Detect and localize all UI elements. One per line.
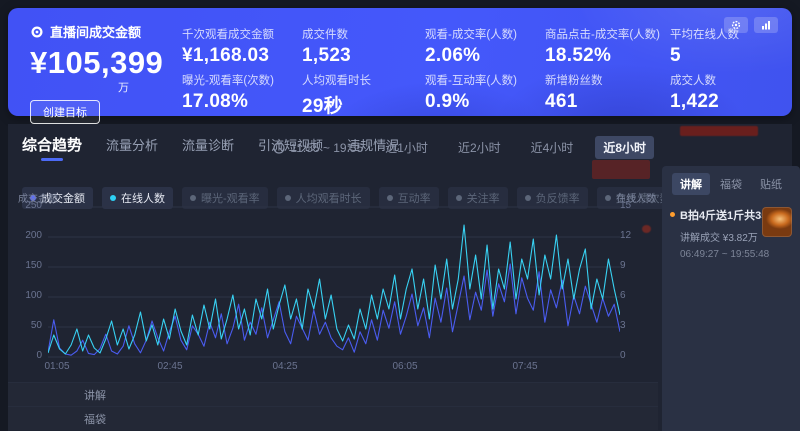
time-range-text: 11:55 ~ 19:55 <box>290 141 363 155</box>
metric-card: 曝光-观看率(次数)17.08% <box>182 72 274 113</box>
left-axis-tick: 50 <box>14 320 42 331</box>
series-在线人数 <box>48 225 620 354</box>
left-axis-tick: 200 <box>14 230 42 241</box>
legend-dot <box>285 195 291 201</box>
x-axis-tick: 04:25 <box>263 361 307 372</box>
metric-card: 成交件数1,523 <box>302 26 351 67</box>
left-axis-tick: 100 <box>14 290 42 301</box>
kpi-banner: 直播间成交金额 ¥105,399 万 创建目标 千次观看成交金额¥1,168.0… <box>8 8 792 116</box>
left-axis-tick: 0 <box>14 350 42 361</box>
legend-dot <box>525 195 531 201</box>
legend-dot <box>456 195 462 201</box>
right-axis-tick: 0 <box>620 350 648 361</box>
primary-kpi-unit: 万 <box>118 79 163 95</box>
range-button-2h[interactable]: 近2小时 <box>450 136 509 159</box>
metric-card: 观看-互动率(人数)0.9% <box>425 72 517 113</box>
primary-kpi-label: 直播间成交金额 <box>50 22 141 41</box>
metric-card: 观看-成交率(人数)2.06% <box>425 26 517 67</box>
explain-list-item[interactable]: B拍4斤送1斤共35-4... 讲解成交 ¥3.82万 06:49:27 ~ 1… <box>662 195 800 260</box>
metric-card: 新增粉丝数461 <box>545 72 603 113</box>
legend-dot <box>387 195 393 201</box>
right-axis-tick: 3 <box>620 320 648 331</box>
tab-traffic-analysis[interactable]: 流量分析 <box>106 135 158 160</box>
side-tab-sticker[interactable]: 贴纸 <box>752 173 790 195</box>
x-axis-tick: 02:45 <box>148 361 192 372</box>
x-axis-tick: 01:05 <box>35 361 79 372</box>
primary-kpi: 直播间成交金额 ¥105,399 万 创建目标 <box>30 22 163 124</box>
legend-dot <box>190 195 196 201</box>
range-button-1h[interactable]: 近1小时 <box>377 136 436 159</box>
range-button-8h[interactable]: 近8小时 <box>595 136 654 159</box>
metric-card: 成交人数1,422 <box>670 72 719 113</box>
metric-card: 千次观看成交金额¥1,168.03 <box>182 26 274 67</box>
lane-lucky-bag: 福袋 <box>8 406 658 430</box>
trend-line-chart[interactable] <box>48 206 620 358</box>
item-status-dot <box>670 212 675 217</box>
event-lanes: 讲解 福袋 <box>8 382 658 430</box>
side-panel-tabs: 讲解 福袋 贴纸 <box>662 166 800 195</box>
x-axis-tick: 06:05 <box>383 361 427 372</box>
right-axis-tick: 15 <box>620 200 648 211</box>
chart-canvas <box>48 206 620 358</box>
side-tab-lucky-bag[interactable]: 福袋 <box>712 173 750 195</box>
tab-overall-trend[interactable]: 综合趋势 <box>22 134 82 161</box>
right-axis-tick: 6 <box>620 290 648 301</box>
x-axis-tick: 07:45 <box>503 361 547 372</box>
range-button-4h[interactable]: 近4小时 <box>523 136 582 159</box>
right-axis-tick: 9 <box>620 260 648 271</box>
product-thumbnail <box>762 207 792 237</box>
clock-icon <box>273 142 285 154</box>
right-axis-tick: 12 <box>620 230 648 241</box>
primary-kpi-value: ¥105,399 <box>30 45 163 81</box>
legend-dot <box>110 195 116 201</box>
chart-gridlines <box>48 207 620 357</box>
side-tab-explain[interactable]: 讲解 <box>672 173 710 195</box>
left-axis-tick: 250 <box>14 200 42 211</box>
item-product-title: B拍4斤送1斤共35-4... <box>680 207 766 223</box>
metric-card: 商品点击-成交率(人数)18.52% <box>545 26 660 67</box>
left-axis-tick: 150 <box>14 260 42 271</box>
lane-explain: 讲解 <box>8 382 658 406</box>
legend-dot <box>605 195 611 201</box>
trend-section: 综合趋势 流量分析 流量诊断 引流短视频 违规情况 11:55 ~ 19:55 … <box>8 126 658 431</box>
bar-chart-icon[interactable] <box>754 17 778 33</box>
settings-icon[interactable] <box>724 17 748 33</box>
time-range-display: 11:55 ~ 19:55 <box>273 141 363 155</box>
time-controls: 11:55 ~ 19:55 近1小时 近2小时 近4小时 近8小时 <box>273 136 654 159</box>
target-icon <box>30 25 44 39</box>
item-time-range: 06:49:27 ~ 19:55:48 <box>680 249 790 260</box>
metric-card: 人均观看时长29秒 <box>302 72 371 118</box>
tab-traffic-diagnosis[interactable]: 流量诊断 <box>182 135 234 160</box>
create-goal-button[interactable]: 创建目标 <box>30 100 100 124</box>
explain-side-panel: 讲解 福袋 贴纸 B拍4斤送1斤共35-4... 讲解成交 ¥3.82万 06:… <box>662 166 800 431</box>
